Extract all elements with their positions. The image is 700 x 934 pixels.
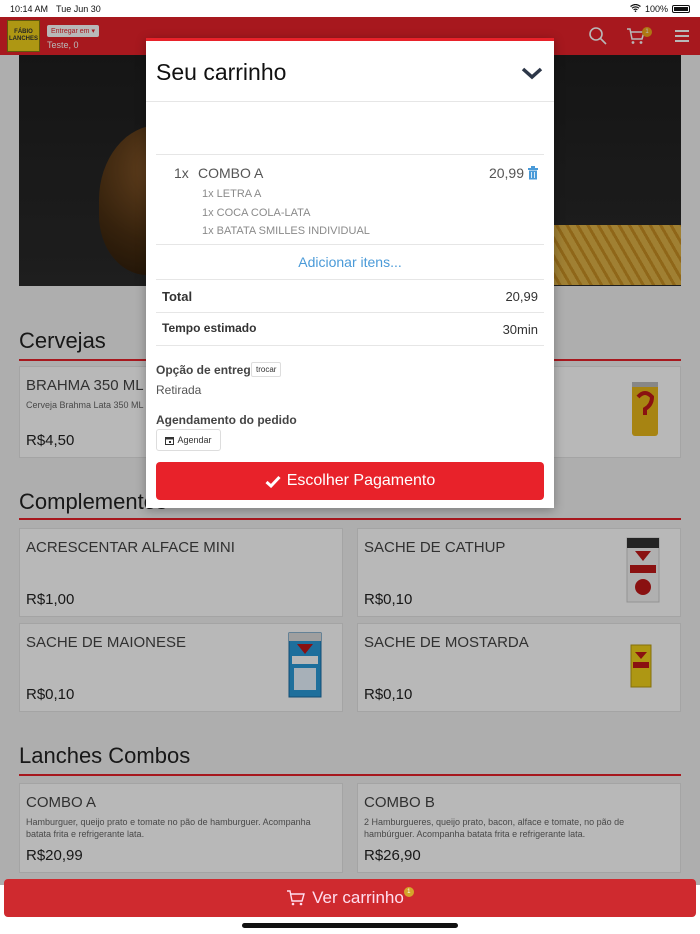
divider (156, 312, 544, 313)
divider (156, 279, 544, 280)
divider (156, 244, 544, 245)
check-icon (265, 475, 281, 488)
status-time: 10:14 AM (10, 3, 49, 14)
estimated-time-label: Tempo estimado (162, 321, 257, 335)
cart-icon (287, 890, 306, 906)
cart-count-badge: 1 (403, 887, 414, 897)
schedule-button[interactable]: Agendar (156, 429, 221, 451)
cart-subitem: 1x LETRA A (202, 188, 262, 200)
cart-item-name: COMBO A (198, 165, 264, 181)
cart-modal: Seu carrinho 1x COMBO A 20,99 1x LETRA A… (146, 38, 554, 508)
cart-subitem: 1x BATATA SMILLES INDIVIDUAL (202, 225, 370, 237)
status-bar: 10:14 AM Tue Jun 30 100% (0, 0, 700, 17)
total-value: 20,99 (505, 289, 538, 304)
schedule-button-label: Agendar (177, 435, 212, 445)
battery-icon (672, 4, 690, 13)
schedule-label: Agendamento do pedido (156, 413, 297, 427)
chevron-down-icon[interactable] (520, 65, 544, 81)
calendar-icon (165, 436, 175, 445)
cart-title: Seu carrinho (156, 59, 287, 85)
home-indicator[interactable] (242, 923, 458, 928)
cart-item-quantity: 1x (174, 165, 189, 181)
divider (156, 345, 544, 346)
total-label: Total (162, 289, 193, 304)
delivery-option-value: Retirada (156, 383, 202, 397)
view-cart-bar[interactable]: Ver carrinho 1 (4, 879, 696, 917)
swap-delivery-button[interactable]: trocar (251, 362, 282, 377)
view-cart-label: Ver carrinho (312, 888, 404, 907)
cart-item-price: 20,99 (488, 165, 524, 181)
choose-payment-label: Escolher Pagamento (286, 472, 436, 489)
delivery-option-label: Opção de entrega (156, 363, 258, 377)
estimated-time-value: 30min (502, 322, 538, 337)
add-more-items-link[interactable]: Adicionar itens... (146, 254, 554, 270)
wifi-icon (630, 3, 641, 14)
cart-subitem: 1x COCA COLA-LATA (202, 207, 311, 219)
battery-percent: 100% (644, 3, 668, 14)
choose-payment-button[interactable]: Escolher Pagamento (156, 462, 544, 500)
divider (156, 154, 544, 155)
trash-icon[interactable] (527, 166, 539, 180)
divider (146, 101, 554, 102)
status-date: Tue Jun 30 (56, 3, 101, 14)
